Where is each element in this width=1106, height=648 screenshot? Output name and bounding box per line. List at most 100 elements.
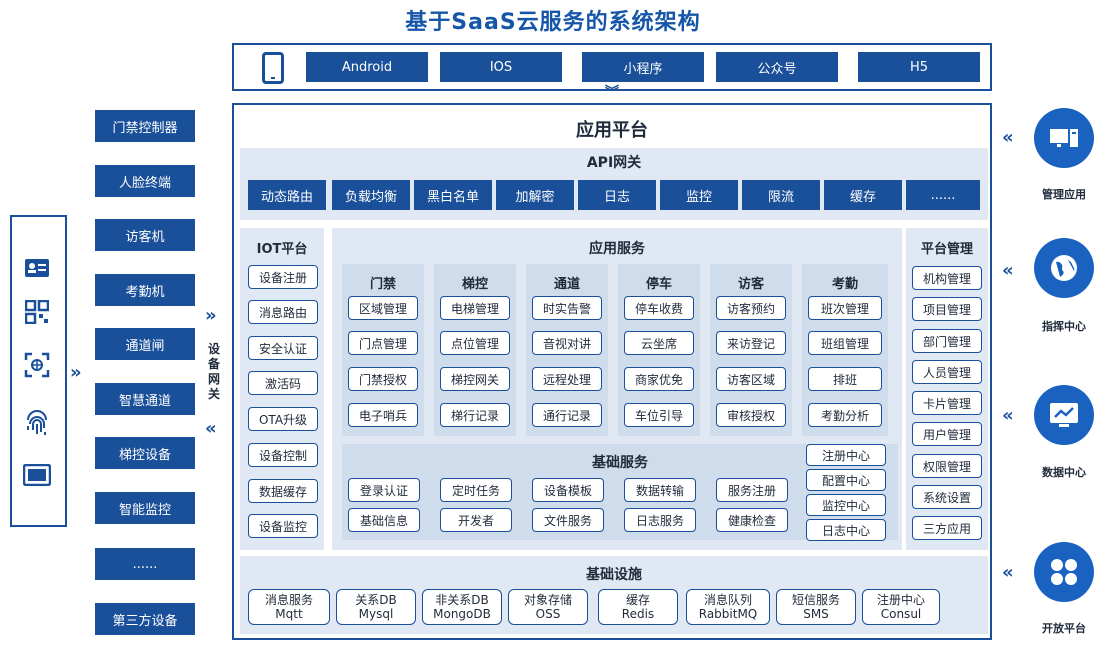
- service-item: 梯行记录: [440, 403, 510, 427]
- diagram-title: 基于SaaS云服务的系统架构: [405, 10, 701, 35]
- service-item: 审核授权: [716, 403, 786, 427]
- mgmt-item: 机构管理: [912, 266, 982, 290]
- device-item: 访客机: [95, 219, 195, 251]
- service-item: 门禁授权: [348, 367, 418, 391]
- mgmt-item: 权限管理: [912, 454, 982, 478]
- device-item: 第三方设备: [95, 603, 195, 635]
- mobile-phone-icon: [262, 52, 284, 84]
- base-service-item: 开发者: [440, 508, 512, 532]
- platform-title: 应用平台: [576, 120, 648, 141]
- service-item: 远程处理: [532, 367, 602, 391]
- service-item: 梯控网关: [440, 367, 510, 391]
- base-service-item: 定时任务: [440, 478, 512, 502]
- infra-item: 关系DB Mysql: [336, 589, 416, 625]
- infra-item-name: 对象存储: [523, 593, 572, 607]
- service-item: 班次管理: [808, 296, 882, 320]
- infra-item-tech: Consul: [880, 607, 922, 621]
- base-service-item: 设备模板: [532, 478, 604, 502]
- base-service-item: 服务注册: [716, 478, 788, 502]
- mgmt-item: 项目管理: [912, 297, 982, 321]
- column-title-attendance: 考勤: [831, 277, 858, 292]
- chevron-left-icon: «: [1002, 562, 1014, 583]
- mgmt-item: 部门管理: [912, 329, 982, 353]
- base-service-item: 健康检查: [716, 508, 788, 532]
- face-scan-icon: [22, 352, 52, 384]
- service-item: 电子哨兵: [348, 403, 418, 427]
- right-label: 开放平台: [1042, 622, 1086, 635]
- service-item: 停车收费: [624, 296, 694, 320]
- infrastructure-title: 基础设施: [586, 567, 642, 583]
- client-h5: H5: [858, 52, 980, 82]
- qr-code-icon: [22, 299, 52, 330]
- client-official-account: 公众号: [716, 52, 838, 82]
- column-title-parking: 停车: [645, 277, 672, 292]
- double-down-arrow-icon: ︾: [605, 85, 619, 101]
- center-item: 监控中心: [806, 494, 886, 516]
- device-item: 智慧通道: [95, 383, 195, 415]
- infra-item-tech: RabbitMQ: [698, 607, 758, 621]
- chevron-right-icon: »: [70, 362, 82, 383]
- infra-item-tech: Mysql: [358, 607, 394, 621]
- chevron-left-icon: «: [1002, 127, 1014, 148]
- column-title-elevator: 梯控: [461, 277, 488, 292]
- right-label: 管理应用: [1042, 188, 1086, 201]
- platform-mgmt-title: 平台管理: [920, 242, 973, 257]
- api-item: 负载均衡: [332, 180, 410, 210]
- open-platform-icon: [1034, 542, 1094, 602]
- infra-item-name: 缓存: [625, 593, 650, 607]
- device-gateway-label: 设备网关: [207, 342, 220, 401]
- service-item: 来访登记: [716, 331, 786, 355]
- base-service-item: 日志服务: [624, 508, 696, 532]
- infra-item-name: 注册中心: [876, 593, 925, 607]
- infra-item-name: 非关系DB: [435, 593, 489, 607]
- desktop-icon: [1034, 108, 1094, 168]
- client-mini-program: 小程序: [582, 52, 704, 82]
- iot-item: 设备注册: [248, 265, 318, 289]
- mgmt-item: 卡片管理: [912, 391, 982, 415]
- device-item: 通道闸: [95, 328, 195, 360]
- service-item: 考勤分析: [808, 403, 882, 427]
- infra-item-name: 消息队列: [703, 593, 752, 607]
- mgmt-item: 用户管理: [912, 422, 982, 446]
- base-service-item: 数据转输: [624, 478, 696, 502]
- service-item: 门点管理: [348, 331, 418, 355]
- infra-item: 消息队列 RabbitMQ: [686, 589, 770, 625]
- device-item: 梯控设备: [95, 437, 195, 469]
- right-label: 数据中心: [1042, 466, 1086, 479]
- api-item: 黑白名单: [414, 180, 492, 210]
- infra-item-tech: SMS: [803, 607, 829, 621]
- client-android: Android: [306, 52, 428, 82]
- fingerprint-icon: [22, 410, 52, 444]
- base-service-item: 基础信息: [348, 508, 420, 532]
- infra-item-name: 短信服务: [791, 593, 840, 607]
- iot-item: 设备监控: [248, 514, 318, 538]
- service-item: 云坐席: [624, 331, 694, 355]
- service-item: 排班: [808, 367, 882, 391]
- chevron-left-icon: «: [1002, 260, 1014, 281]
- globe-icon: [1034, 238, 1094, 298]
- service-item: 通行记录: [532, 403, 602, 427]
- column-title-channel: 通道: [553, 277, 580, 292]
- mgmt-item: 人员管理: [912, 360, 982, 384]
- iot-item: 数据缓存: [248, 479, 318, 503]
- service-item: 商家优免: [624, 367, 694, 391]
- infra-item-name: 消息服务: [264, 593, 313, 607]
- mgmt-item: 三方应用: [912, 516, 982, 540]
- iot-item: 设备控制: [248, 443, 318, 467]
- api-item: 限流: [742, 180, 820, 210]
- device-item: 门禁控制器: [95, 110, 195, 142]
- center-item: 日志中心: [806, 519, 886, 541]
- infra-item: 注册中心 Consul: [862, 589, 940, 625]
- service-item: 访客预约: [716, 296, 786, 320]
- iot-title: IOT平台: [256, 242, 308, 257]
- id-card-icon: [22, 258, 52, 284]
- infra-item-tech: MongoDB: [433, 607, 491, 621]
- api-item: 加解密: [496, 180, 574, 210]
- device-item: ......: [95, 548, 195, 580]
- service-item: 点位管理: [440, 331, 510, 355]
- monitor-chart-icon: [1034, 385, 1094, 445]
- iot-item: OTA升级: [248, 407, 318, 431]
- device-item: 考勤机: [95, 274, 195, 306]
- service-item: 区域管理: [348, 296, 418, 320]
- infra-item: 缓存 Redis: [598, 589, 678, 625]
